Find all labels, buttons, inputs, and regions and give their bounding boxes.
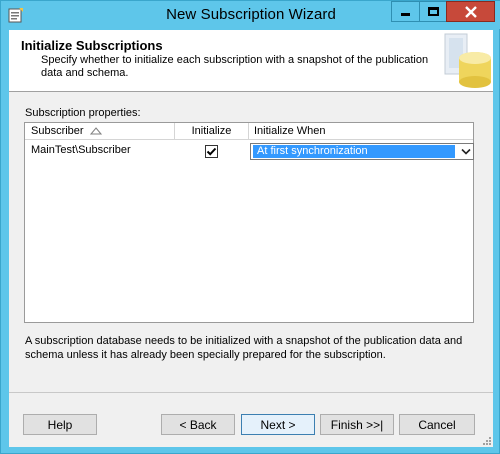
page-description: Specify whether to initialize each subsc… <box>41 54 429 79</box>
wizard-header: Initialize Subscriptions Specify whether… <box>9 30 493 92</box>
checkmark-icon <box>206 147 217 156</box>
minimize-button[interactable] <box>391 1 419 22</box>
footer-divider <box>9 392 493 393</box>
minimize-icon <box>401 13 410 16</box>
database-wizard-icon <box>444 33 491 88</box>
wizard-window: New Subscription Wizard Initialize Subsc… <box>0 0 500 454</box>
resize-grip-icon[interactable] <box>482 436 492 446</box>
next-button[interactable]: Next > <box>241 414 315 435</box>
back-button[interactable]: < Back <box>161 414 235 435</box>
sort-ascending-icon <box>90 127 102 135</box>
chevron-down-icon[interactable] <box>461 147 471 156</box>
finish-button[interactable]: Finish >>| <box>320 414 394 435</box>
column-header-initialize[interactable]: Initialize <box>175 123 249 140</box>
subscription-properties-grid[interactable]: Subscriber Initialize Initialize When Ma… <box>24 122 474 323</box>
table-row[interactable]: MainTest\Subscriber At first synchroniza… <box>25 141 474 160</box>
page-title: Initialize Subscriptions <box>21 38 163 53</box>
initialize-checkbox[interactable] <box>205 145 218 158</box>
grid-header: Subscriber Initialize Initialize When <box>25 123 473 140</box>
subscription-properties-label: Subscription properties: <box>25 107 141 119</box>
cancel-button[interactable]: Cancel <box>399 414 475 435</box>
column-header-subscriber-label: Subscriber <box>31 125 84 137</box>
initialize-when-selected-value: At first synchronization <box>253 145 455 158</box>
column-header-initialize-when[interactable]: Initialize When <box>249 123 473 140</box>
close-button[interactable] <box>446 1 495 22</box>
column-header-subscriber[interactable]: Subscriber <box>25 123 175 140</box>
initialization-note: A subscription database needs to be init… <box>25 335 463 361</box>
help-button[interactable]: Help <box>23 414 97 435</box>
maximize-icon <box>427 7 439 16</box>
title-bar[interactable]: New Subscription Wizard <box>1 1 500 29</box>
close-icon <box>464 5 477 18</box>
subscriber-cell: MainTest\Subscriber <box>31 144 131 156</box>
maximize-button[interactable] <box>419 1 446 22</box>
dialog-client-area: Initialize Subscriptions Specify whether… <box>9 30 493 447</box>
initialize-when-dropdown[interactable]: At first synchronization <box>250 143 474 160</box>
